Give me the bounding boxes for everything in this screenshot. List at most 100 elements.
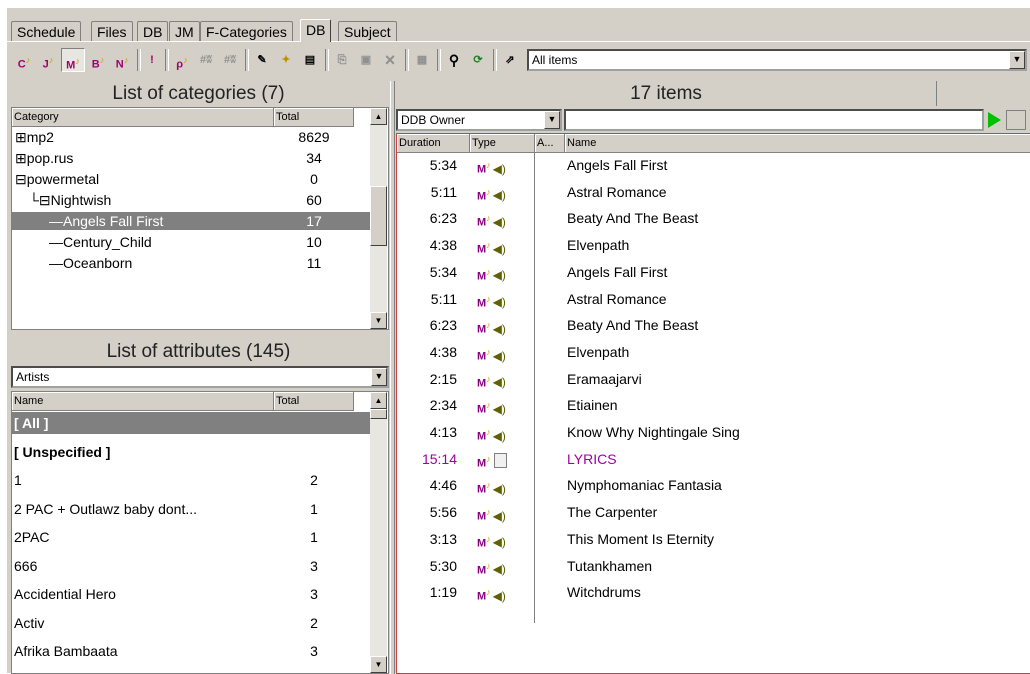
attribute-row[interactable]: 2PAC 1 — [12, 526, 370, 548]
settings-icon[interactable]: ▦ — [411, 48, 433, 72]
tab-jm[interactable]: JM — [169, 21, 200, 41]
item-row[interactable]: 15:14 M♪ LYRICS — [397, 448, 1027, 470]
tab-f-categories[interactable]: F-Categories — [200, 21, 293, 41]
n-icon[interactable]: N♪ — [111, 48, 133, 72]
category-row[interactable]: —Century_Child 10 — [12, 233, 370, 251]
edit-icon[interactable]: ✎ — [251, 48, 273, 72]
c-icon[interactable]: C♪ — [13, 48, 35, 72]
tree-expander-icon[interactable]: ⊞ — [15, 150, 27, 166]
scroll-thumb[interactable] — [370, 186, 387, 246]
chevron-down-icon[interactable]: ▼ — [371, 368, 387, 386]
b-icon[interactable]: B♪ — [87, 48, 109, 72]
attribute-row[interactable]: 12 — [12, 469, 370, 491]
copy-icon[interactable]: ⎘ — [331, 48, 353, 72]
item-row[interactable]: 5:56 M♪ ◀) The Carpenter — [397, 501, 1027, 523]
scroll-down-icon[interactable]: ▼ — [370, 656, 387, 673]
tree-expander-icon[interactable]: └⊟ — [29, 192, 51, 208]
tab-files[interactable]: Files — [91, 21, 133, 41]
p-icon[interactable]: ρ♪ — [171, 48, 193, 72]
refresh-icon[interactable]: ⟳ — [467, 48, 489, 72]
item-row[interactable]: 5:11 M♪ ◀) Astral Romance — [397, 181, 1027, 203]
category-row[interactable]: ⊞pop.rus 34 — [12, 149, 370, 167]
items-filter-dropdown[interactable]: All items ▼ — [527, 49, 1027, 71]
item-type: M♪ ◀) — [477, 261, 533, 283]
delete-icon[interactable]: × — [379, 48, 401, 72]
attribute-row[interactable]: 2 PAC + Outlawz baby dont... 1 — [12, 498, 370, 520]
doc-button[interactable] — [1006, 110, 1026, 130]
attribute-row[interactable]: Activ 2 — [12, 612, 370, 634]
attribute-name: Accidential Hero — [14, 586, 116, 602]
attribute-name: 2 PAC + Outlawz baby dont... — [14, 500, 198, 517]
attribute-row[interactable]: [ All ] — [12, 412, 370, 434]
m-icon[interactable]: M♪ — [61, 48, 85, 72]
category-row[interactable]: ⊟powermetal 0 — [12, 170, 370, 188]
new-icon[interactable]: ✦ — [275, 48, 297, 72]
category-row[interactable]: ⊞mp2 8629 — [12, 128, 370, 146]
categories-scrollbar[interactable]: ▲ ▼ — [370, 108, 387, 329]
item-row[interactable]: 4:46 M♪ ◀) Nymphomaniac Fantasia — [397, 474, 1027, 496]
col-duration[interactable]: Duration — [397, 134, 470, 153]
item-name: Beaty And The Beast — [567, 317, 699, 334]
tab-schedule[interactable]: Schedule — [11, 21, 82, 41]
play-button[interactable] — [984, 110, 1004, 130]
scroll-thumb[interactable] — [370, 409, 387, 419]
item-row[interactable]: 4:38 M♪ ◀) Elvenpath — [397, 341, 1027, 363]
category-row[interactable]: —Oceanborn 11 — [12, 254, 370, 272]
item-row[interactable]: 5:11 M♪ ◀) Astral Romance — [397, 288, 1027, 310]
attribute-name: [ All ] — [14, 415, 49, 431]
scroll-down-icon[interactable]: ▼ — [370, 312, 387, 329]
col-type[interactable]: Type — [470, 134, 535, 153]
col-category[interactable]: Category — [12, 108, 274, 127]
chevron-down-icon[interactable]: ▼ — [544, 111, 560, 129]
item-row[interactable]: 5:34 M♪ ◀) Angels Fall First — [397, 261, 1027, 283]
attributes-scrollbar[interactable]: ▲ ▼ — [370, 392, 387, 673]
item-name: Elvenpath — [567, 237, 630, 254]
tree-expander-icon[interactable]: — — [49, 234, 63, 250]
scroll-up-icon[interactable]: ▲ — [370, 108, 387, 125]
tab-db-active[interactable]: DB — [300, 19, 332, 42]
filter-field-dropdown[interactable]: DDB Owner ▼ — [396, 109, 562, 131]
col-a[interactable]: A... — [535, 134, 565, 153]
attribute-row[interactable]: 666 3 — [12, 555, 370, 577]
category-row[interactable]: └⊟Nightwish 60 — [12, 191, 370, 209]
item-row[interactable]: 6:23 M♪ ◀) Beaty And The Beast — [397, 207, 1027, 229]
attribute-row[interactable]: Accidential Hero 3 — [12, 583, 370, 605]
attribute-row[interactable]: [ Unspecified ] — [12, 441, 370, 463]
scroll-up-icon[interactable]: ▲ — [370, 392, 387, 409]
item-row[interactable]: 4:38 M♪ ◀) Elvenpath — [397, 234, 1027, 256]
tag-icon[interactable]: #ʬ — [195, 48, 217, 72]
col-name[interactable]: Name — [565, 134, 1030, 153]
tree-expander-icon[interactable]: — — [49, 255, 63, 271]
item-row[interactable]: 5:34 M♪ ◀) Angels Fall First — [397, 154, 1027, 176]
item-row[interactable]: 1:19 M♪ ◀) Witchdrums — [397, 581, 1027, 603]
item-row[interactable]: 3:13 M♪ ◀) This Moment Is Eternity — [397, 528, 1027, 550]
item-row[interactable]: 2:34 M♪ ◀) Etiainen — [397, 394, 1027, 416]
col-total[interactable]: Total — [274, 108, 354, 127]
tree-expander-icon[interactable]: ⊞ — [15, 129, 27, 145]
item-row[interactable]: 2:15 M♪ ◀) Eramaajarvi — [397, 368, 1027, 390]
col-name[interactable]: Name — [12, 392, 274, 411]
tree-expander-icon[interactable]: — — [49, 213, 63, 229]
pin-icon[interactable]: ⇗ — [499, 48, 521, 72]
tag-alt-icon[interactable]: #ʬ — [219, 48, 241, 72]
item-type: M♪ ◀) — [477, 581, 533, 603]
item-row[interactable]: 4:13 M♪ ◀) Know Why Nightingale Sing — [397, 421, 1027, 443]
filter-text-input[interactable] — [564, 109, 984, 131]
attribute-type-dropdown[interactable]: Artists ▼ — [11, 366, 389, 388]
item-row[interactable]: 6:23 M♪ ◀) Beaty And The Beast — [397, 314, 1027, 336]
chevron-down-icon[interactable]: ▼ — [1009, 51, 1025, 69]
item-row[interactable]: 5:30 M♪ ◀) Tutankhamen — [397, 555, 1027, 577]
vertical-splitter[interactable] — [390, 81, 395, 674]
props-icon[interactable]: ▤ — [299, 48, 321, 72]
attribute-row[interactable]: Afrika Bambaata 3 — [12, 640, 370, 662]
find-icon[interactable]: ⚲ — [443, 48, 465, 72]
attribute-name: 666 — [14, 557, 38, 574]
tree-expander-icon[interactable]: ⊟ — [15, 171, 27, 187]
paste-icon[interactable]: ▣ — [355, 48, 377, 72]
j-icon[interactable]: J♪ — [37, 48, 59, 72]
tab-db[interactable]: DB — [137, 21, 169, 41]
exclamation-icon[interactable]: ! — [143, 48, 161, 72]
col-total[interactable]: Total — [274, 392, 354, 411]
category-row[interactable]: —Angels Fall First 17 — [12, 212, 370, 230]
tab-subject[interactable]: Subject — [338, 21, 397, 41]
